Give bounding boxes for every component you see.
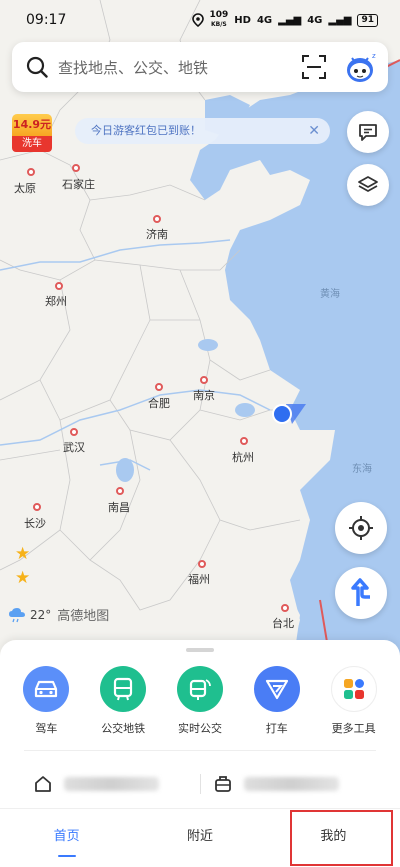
chat-bubble-icon: [359, 124, 377, 141]
layers-button[interactable]: [347, 164, 389, 206]
signal-4g-2: 4G: [307, 14, 323, 26]
city-label[interactable]: 福州: [188, 571, 210, 587]
scan-icon[interactable]: [300, 53, 328, 81]
city-label[interactable]: 武汉: [63, 439, 85, 455]
sea-label: 东海: [352, 464, 372, 475]
message-button[interactable]: [347, 111, 389, 153]
city-label[interactable]: 长沙: [24, 515, 46, 531]
city-marker: [240, 437, 248, 445]
highlight-box: [290, 810, 393, 866]
mascot-assistant-icon[interactable]: z: [344, 50, 378, 84]
briefcase-icon: [215, 776, 231, 792]
location-icon: [191, 13, 204, 27]
crosshair-icon: [349, 516, 373, 540]
search-input[interactable]: 查找地点、公交、地铁: [58, 57, 300, 78]
blurred-address: [64, 777, 159, 791]
search-bar[interactable]: 查找地点、公交、地铁 z: [12, 42, 388, 92]
bottom-tab-bar: 首页 附近 我的: [0, 808, 400, 867]
amap-logo-text: 高德地图: [57, 609, 110, 624]
city-marker: [55, 282, 63, 290]
car-icon: [23, 666, 70, 712]
city-label[interactable]: 南京: [193, 387, 215, 403]
promo-price: 14.9元: [12, 114, 52, 136]
favorite-stars[interactable]: ★ ★: [15, 542, 30, 590]
divider: [24, 750, 376, 751]
city-marker: [72, 164, 80, 172]
home-icon: [35, 776, 51, 792]
net-speed: 109 KB/S: [210, 11, 229, 29]
home-address-shortcut[interactable]: [0, 775, 200, 793]
signal-bars-icon: ▂▄▆: [278, 14, 302, 26]
locate-me-button[interactable]: [335, 502, 387, 554]
city-marker: [198, 560, 206, 568]
city-label[interactable]: 南昌: [108, 499, 130, 515]
layers-icon: [358, 176, 378, 192]
tab-nearby[interactable]: 附近: [133, 809, 266, 867]
current-location-marker: [268, 400, 308, 430]
promo-label: 洗车: [12, 136, 52, 152]
city-label[interactable]: 台北: [272, 615, 294, 631]
route-arrow-icon: [351, 578, 370, 606]
close-icon[interactable]: ✕: [308, 118, 320, 144]
city-marker: [70, 428, 78, 436]
star-icon[interactable]: ★: [15, 542, 30, 566]
city-marker: [153, 215, 161, 223]
quick-action-transit[interactable]: 公交地铁: [87, 666, 159, 736]
city-label[interactable]: 杭州: [232, 449, 254, 465]
tab-home[interactable]: 首页: [0, 809, 133, 867]
bottom-sheet: 驾车 公交地铁 实时公交 打车 更多工具: [0, 640, 400, 815]
city-label[interactable]: 石家庄: [62, 176, 95, 192]
quick-action-more-tools[interactable]: 更多工具: [318, 666, 390, 736]
signal-4g-1: 4G: [256, 14, 273, 26]
star-icon[interactable]: ★: [15, 566, 30, 590]
city-marker: [27, 168, 35, 176]
weather-widget[interactable]: 22° 高德地图: [8, 605, 109, 624]
notice-banner[interactable]: 今日游客红包已到账！ ✕: [75, 118, 330, 144]
city-label[interactable]: 济南: [146, 226, 168, 242]
shortcut-addresses: [0, 764, 400, 804]
status-bar: 09:17 109 KB/S HD 4G ▂▄▆ 4G ▂▄▆ 91: [0, 0, 400, 40]
quick-action-label: 更多工具: [331, 722, 376, 735]
city-label[interactable]: 太原: [14, 180, 36, 196]
net-speed-value: 109: [209, 10, 229, 20]
battery-icon: 91: [357, 13, 378, 27]
work-address-shortcut[interactable]: [200, 775, 400, 793]
city-label[interactable]: 合肥: [148, 395, 170, 411]
city-marker: [33, 503, 41, 511]
divider: [200, 774, 201, 794]
sea-label: 黄海: [320, 289, 340, 300]
car-wash-promo-badge[interactable]: 14.9元 洗车: [12, 114, 52, 152]
svg-text:z: z: [372, 52, 376, 60]
quick-action-label: 打车: [265, 722, 288, 735]
quick-action-realtime-bus[interactable]: 实时公交: [164, 666, 236, 736]
realtime-bus-icon: [176, 666, 223, 712]
map-view[interactable]: 太原 石家庄 济南 郑州 合肥 南京 武汉 杭州 长沙 南昌 福州 台北 黄海 …: [0, 0, 400, 660]
city-label[interactable]: 郑州: [45, 293, 67, 309]
cloud-rain-icon: [9, 607, 25, 622]
city-marker: [116, 487, 124, 495]
status-time: 09:17: [26, 12, 67, 28]
quick-action-drive[interactable]: 驾车: [10, 666, 82, 736]
route-button[interactable]: [335, 567, 387, 619]
city-marker: [200, 376, 208, 384]
city-marker: [155, 383, 163, 391]
quick-actions: 驾车 公交地铁 实时公交 打车 更多工具: [0, 666, 400, 736]
quick-action-label: 驾车: [35, 722, 58, 735]
search-icon: [26, 56, 48, 78]
notice-text: 今日游客红包已到账！: [91, 124, 201, 137]
net-speed-unit: KB/S: [211, 21, 227, 28]
city-marker: [281, 604, 289, 612]
quick-action-label: 公交地铁: [101, 722, 146, 735]
bus-icon: [100, 666, 147, 712]
more-tools-icon: [330, 666, 377, 712]
signal-bars-icon: ▂▄▆: [328, 14, 352, 26]
quick-action-taxi[interactable]: 打车: [241, 666, 313, 736]
sheet-drag-handle[interactable]: [186, 648, 214, 652]
quick-action-label: 实时公交: [177, 722, 222, 735]
hd-indicator: HD: [234, 14, 251, 26]
blurred-address: [244, 777, 339, 791]
temperature: 22°: [30, 607, 52, 622]
taxi-icon: [253, 666, 300, 712]
status-icons: 109 KB/S HD 4G ▂▄▆ 4G ▂▄▆ 91: [191, 11, 378, 29]
